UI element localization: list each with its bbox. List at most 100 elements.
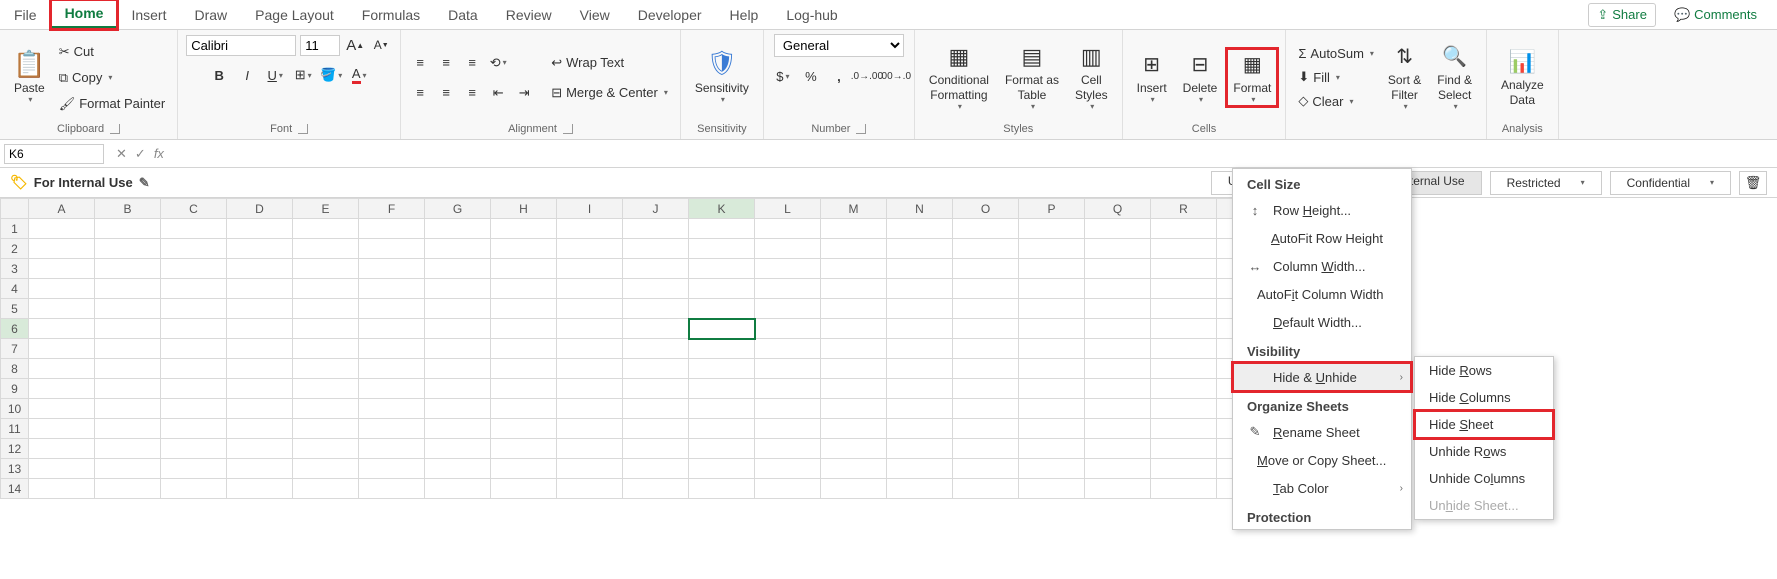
cell[interactable] [689,359,755,379]
cell[interactable] [29,239,95,259]
cell[interactable] [359,339,425,359]
delete-cells-button[interactable]: ⊟Delete▾ [1177,49,1224,107]
cell[interactable] [491,479,557,499]
underline-button[interactable]: U▾ [264,64,286,86]
align-left-button[interactable]: ≡ [409,82,431,104]
cell[interactable] [359,219,425,239]
font-size-input[interactable] [300,35,340,56]
formula-input[interactable] [172,140,1777,167]
cell[interactable] [425,459,491,479]
cell[interactable] [425,439,491,459]
cell[interactable] [491,219,557,239]
cell[interactable] [293,419,359,439]
cell[interactable] [755,439,821,459]
cell[interactable] [1151,459,1217,479]
cell[interactable] [887,479,953,499]
menu-autofit-row[interactable]: AutoFit Row Height [1233,224,1411,252]
cell[interactable] [359,259,425,279]
cell[interactable] [491,399,557,419]
cell[interactable] [953,379,1019,399]
column-header[interactable]: F [359,199,425,219]
cell[interactable] [359,439,425,459]
share-button[interactable]: ⇪Share [1588,3,1656,27]
cell[interactable] [953,319,1019,339]
column-header[interactable]: B [95,199,161,219]
cell[interactable] [953,419,1019,439]
accounting-format-button[interactable]: $▾ [772,65,794,87]
cell[interactable] [359,479,425,499]
cell[interactable] [161,379,227,399]
cell[interactable] [95,319,161,339]
dialog-launcher-icon[interactable] [298,124,308,134]
cell[interactable] [425,339,491,359]
cell[interactable] [1085,239,1151,259]
cell[interactable] [821,219,887,239]
font-color-button[interactable]: A▾ [348,64,370,86]
decrease-decimal-button[interactable]: .00→.0 [884,65,906,87]
cell[interactable] [623,279,689,299]
tab-review[interactable]: Review [492,2,566,28]
cell[interactable] [95,239,161,259]
tab-file[interactable]: File [0,2,51,28]
cell[interactable] [953,439,1019,459]
cell[interactable] [557,279,623,299]
cell[interactable] [491,419,557,439]
format-as-table-button[interactable]: ▤Format as Table▾ [999,41,1065,113]
cell[interactable] [29,259,95,279]
cell[interactable] [557,399,623,419]
column-header[interactable]: N [887,199,953,219]
cell[interactable] [887,459,953,479]
fill-color-button[interactable]: 🪣▾ [320,64,342,86]
cell[interactable] [359,359,425,379]
cell[interactable] [1151,299,1217,319]
cell[interactable] [755,419,821,439]
cell[interactable] [95,279,161,299]
align-right-button[interactable]: ≡ [461,82,483,104]
orientation-button[interactable]: ⟲▾ [487,52,509,74]
cell[interactable] [623,379,689,399]
merge-center-button[interactable]: ⊟Merge & Center▾ [547,83,672,103]
submenu-hide-rows[interactable]: Hide Rows [1415,357,1553,384]
decrease-font-button[interactable]: A▼ [370,34,392,56]
column-header[interactable]: A [29,199,95,219]
column-header[interactable]: C [161,199,227,219]
format-painter-button[interactable]: 🖌Format Painter [55,94,170,114]
cell[interactable] [425,239,491,259]
cell[interactable] [29,459,95,479]
sensitivity-button[interactable]: 🛡 Sensitivity▾ [689,49,755,107]
cell[interactable] [689,419,755,439]
cell[interactable] [161,459,227,479]
cell[interactable] [821,399,887,419]
cell[interactable] [161,259,227,279]
cell[interactable] [1085,439,1151,459]
cell[interactable] [623,419,689,439]
row-header[interactable]: 6 [1,319,29,339]
cell[interactable] [821,319,887,339]
worksheet-grid[interactable]: ABCDEFGHIJKLMNOPQRVW1234567891011121314 … [0,198,1777,499]
cell[interactable] [227,439,293,459]
number-format-select[interactable]: General [774,34,904,57]
cell[interactable] [293,259,359,279]
cell[interactable] [227,319,293,339]
cell[interactable] [1151,239,1217,259]
menu-row-height[interactable]: ↕Row Height... [1233,196,1411,224]
cell[interactable] [1019,299,1085,319]
cell[interactable] [491,239,557,259]
cell[interactable] [689,459,755,479]
cell[interactable] [623,459,689,479]
cell[interactable] [557,239,623,259]
cell[interactable] [689,379,755,399]
cell[interactable] [1085,339,1151,359]
menu-tab-color[interactable]: Tab Color› [1233,474,1411,502]
cell[interactable] [1151,339,1217,359]
row-header[interactable]: 8 [1,359,29,379]
column-header[interactable]: E [293,199,359,219]
cell[interactable] [227,379,293,399]
clear-button[interactable]: ◇Clear▾ [1294,91,1378,111]
tab-help[interactable]: Help [716,2,773,28]
cell[interactable] [491,359,557,379]
column-header[interactable]: I [557,199,623,219]
cell[interactable] [689,259,755,279]
cell[interactable] [359,239,425,259]
classification-confidential-button[interactable]: Confidential▾ [1610,171,1731,195]
